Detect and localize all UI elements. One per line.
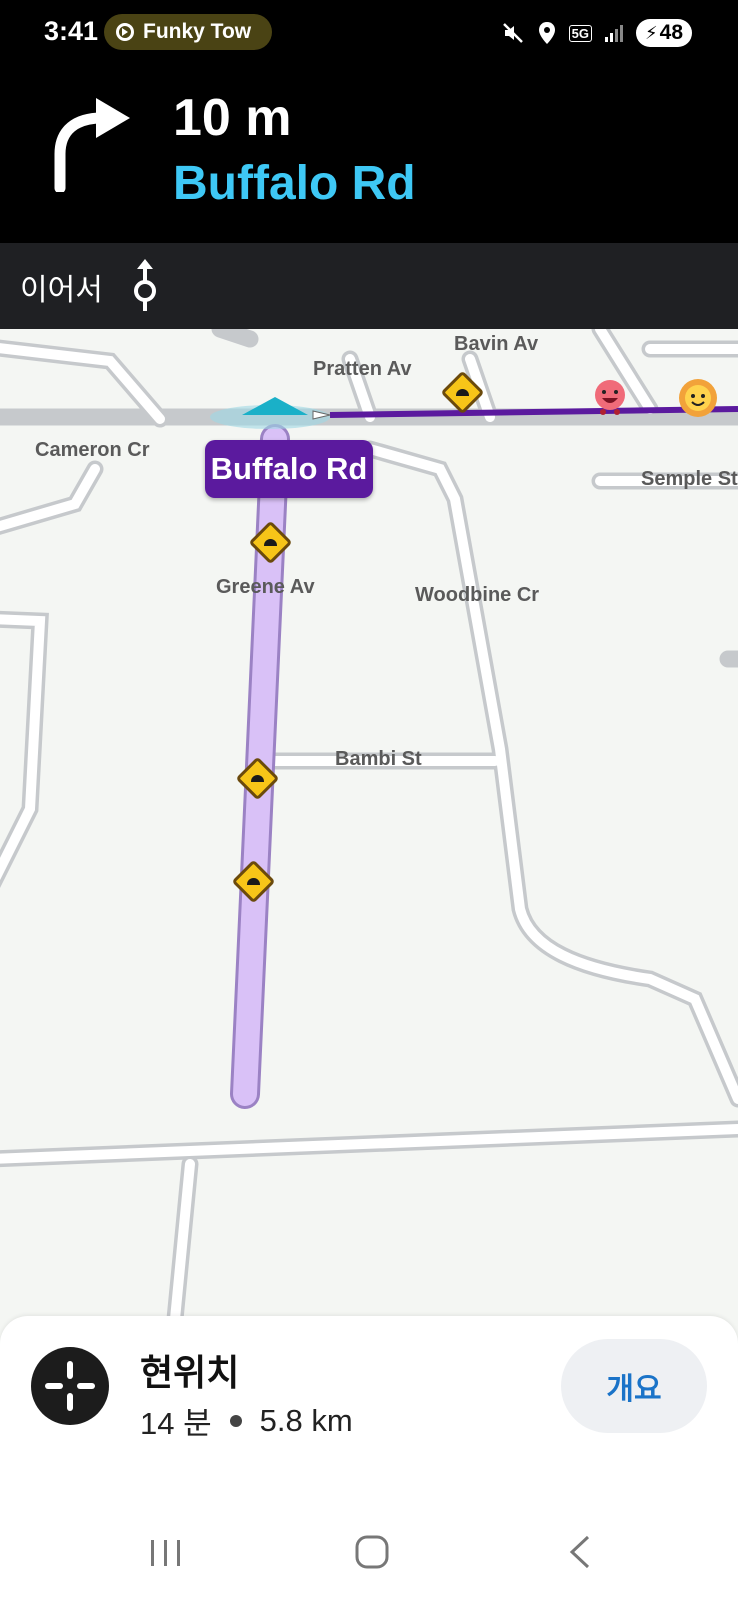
destination-name: 현위치 [140, 1352, 240, 1393]
eta-summary: 14 분 5.8 km [140, 1398, 353, 1443]
overview-button[interactable]: 개요 [561, 1339, 707, 1433]
street-label-greene-av: Greene Av [216, 576, 315, 598]
mute-icon [502, 23, 523, 43]
system-nav-bar [0, 1510, 738, 1600]
status-icons: 5G ⚡ 48 [501, 18, 692, 48]
street-label-cameron-cr: Cameron Cr [35, 439, 150, 461]
crosshair-icon [45, 1361, 95, 1411]
recent-apps-button[interactable] [148, 1536, 184, 1570]
next-instruction-bar[interactable]: 이어서 [0, 243, 738, 329]
eta-time: 14 분 [140, 1406, 212, 1441]
continue-straight-icon [134, 259, 156, 311]
turn-distance: 10 m [173, 89, 292, 147]
street-label-bambi-st: Bambi St [335, 748, 422, 770]
street-label-bavin-av: Bavin Av [454, 333, 539, 355]
media-pill[interactable]: Funky Tow [104, 14, 272, 50]
battery-indicator: ⚡ 48 [636, 19, 692, 47]
street-label-woodbine-cr: Woodbine Cr [415, 584, 540, 606]
map-view[interactable]: Pratten Av Bavin Av Cameron Cr Semple St… [0, 329, 738, 1319]
signal-icon [605, 25, 623, 42]
home-button[interactable] [354, 1534, 390, 1570]
street-label-semple-st: Semple St [641, 468, 738, 490]
charging-icon: ⚡ [645, 22, 658, 43]
turn-instruction-panel[interactable]: 10 m Buffalo Rd [0, 64, 738, 243]
turn-street-name: Buffalo Rd [173, 157, 416, 210]
recenter-button[interactable] [31, 1347, 109, 1425]
network-5g-icon: 5G [568, 24, 592, 42]
back-button[interactable] [566, 1534, 594, 1570]
wazer-avatar-icon[interactable] [592, 378, 628, 416]
separator-dot [229, 1414, 242, 1427]
status-time: 3:41 [44, 16, 99, 46]
sun-mood-icon[interactable] [677, 377, 719, 419]
status-bar: 3:41 Funky Tow 5G ⚡ 48 [0, 0, 738, 64]
media-play-icon [116, 23, 134, 41]
eta-distance: 5.8 km [259, 1402, 353, 1438]
media-pill-label: Funky Tow [143, 20, 252, 43]
street-label-pratten-av: Pratten Av [313, 358, 412, 380]
next-instruction-label: 이어서 [20, 274, 103, 307]
battery-level: 48 [659, 21, 683, 44]
current-street-callout: Buffalo Rd [205, 440, 373, 498]
turn-right-icon [54, 98, 130, 192]
location-icon [538, 22, 555, 44]
